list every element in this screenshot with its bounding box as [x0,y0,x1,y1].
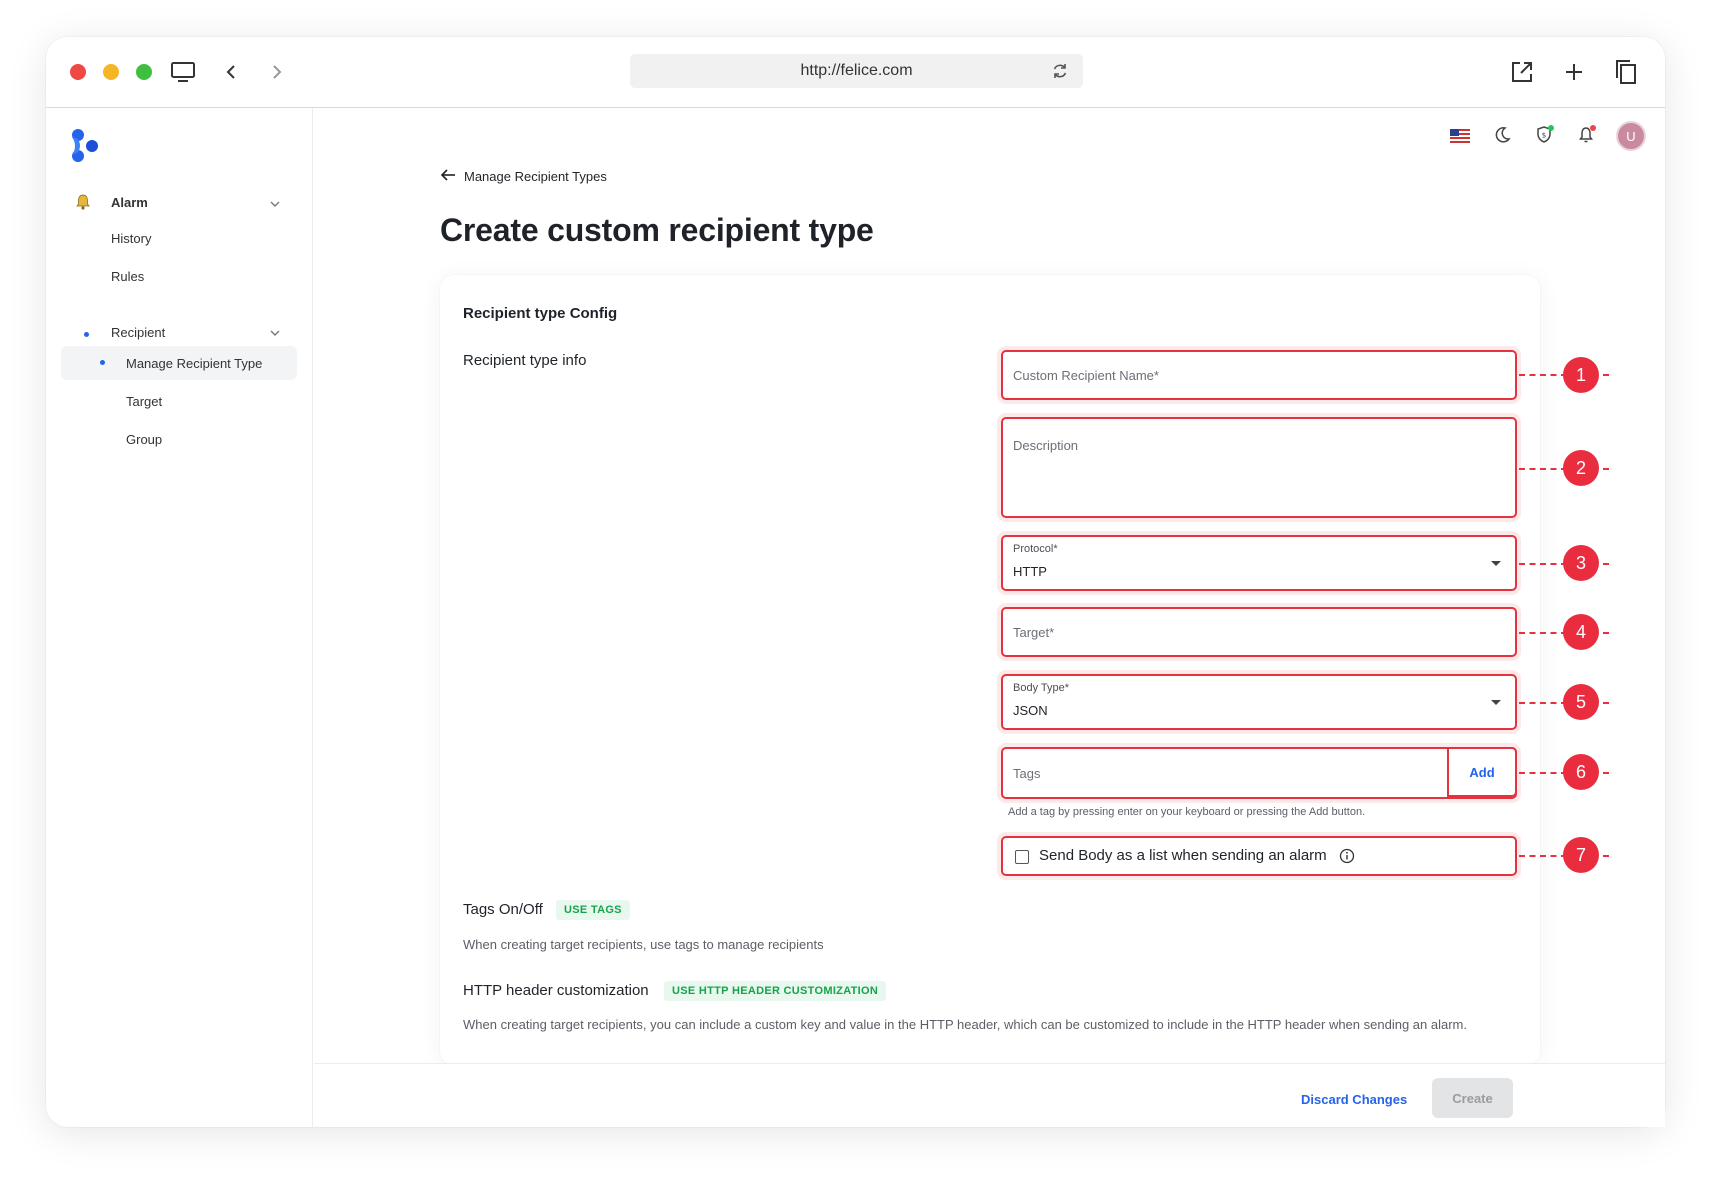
callout-1: 1 [1563,357,1599,393]
http-section-title: HTTP header customization [463,982,649,999]
tags-section-title: Tags On/Off [463,901,543,918]
chevron-down-icon[interactable] [269,197,281,209]
send-list-option: Send Body as a list when sending an alar… [1001,836,1517,876]
card-title: Recipient type Config [463,305,618,322]
sidebar-item-manage-recipient-type[interactable]: Manage Recipient Type [126,356,262,371]
monitor-icon[interactable] [168,57,198,87]
reload-icon[interactable] [1051,62,1069,80]
section-label: Recipient type info [463,352,587,369]
bell-icon [74,193,92,211]
back-link-label: Manage Recipient Types [464,169,607,184]
browser-toolbar: http://felice.com [46,37,1665,108]
callout-4: 4 [1563,614,1599,650]
sidebar-item-target[interactable]: Target [126,394,162,409]
sidebar-item-rules[interactable]: Rules [111,269,144,284]
tags-help-text: Add a tag by pressing enter on your keyb… [1008,806,1366,818]
send-list-checkbox[interactable] [1015,850,1029,864]
sidebar-item-recipient[interactable]: Recipient [111,325,165,340]
external-link-icon[interactable] [1507,57,1537,87]
chevron-down-icon [1491,561,1501,566]
sidebar-item-group[interactable]: Group [126,432,162,447]
shield-icon[interactable]: $ [1535,125,1555,150]
plus-icon[interactable] [1559,57,1589,87]
chevron-down-icon [1491,700,1501,705]
back-arrow-icon[interactable] [216,57,246,87]
tags-section-description: When creating target recipients, use tag… [463,937,824,952]
callout-3: 3 [1563,545,1599,581]
send-list-label[interactable]: Send Body as a list when sending an alar… [1039,847,1327,864]
info-icon[interactable] [1339,848,1355,864]
use-tags-badge: USE TAGS [556,900,630,920]
minimize-window-button[interactable] [103,64,119,80]
sidebar-item-history[interactable]: History [111,231,151,246]
close-window-button[interactable] [70,64,86,80]
notification-bell-icon[interactable] [1577,125,1597,150]
target-placeholder: Target* [1013,625,1055,640]
active-bullet [100,360,105,365]
tags-placeholder: Tags [1013,766,1041,781]
protocol-label: Protocol* [1013,543,1058,555]
protocol-value: HTTP [1013,564,1047,579]
use-http-header-badge: USE HTTP HEADER CUSTOMIZATION [664,981,887,1001]
body-type-label: Body Type* [1013,682,1070,694]
arrow-left-icon [440,168,456,185]
callout-6: 6 [1563,754,1599,790]
add-tag-button[interactable]: Add [1447,747,1517,797]
recipient-bullet [84,332,89,337]
protocol-select[interactable]: Protocol* HTTP [1001,535,1517,591]
avatar[interactable]: U [1616,121,1646,151]
sidebar: Alarm History Rules Recipient Manage Rec… [46,108,313,1127]
moon-icon[interactable] [1493,126,1511,149]
http-section-description: When creating target recipients, you can… [463,1017,1467,1032]
discard-changes-button[interactable]: Discard Changes [1301,1092,1407,1107]
copy-icon[interactable] [1611,57,1641,87]
app-logo [68,128,104,168]
page-title: Create custom recipient type [440,212,874,248]
callout-5: 5 [1563,684,1599,720]
tags-input[interactable]: Tags Add [1001,747,1517,799]
create-button[interactable]: Create [1432,1078,1513,1118]
body-type-select[interactable]: Body Type* JSON [1001,674,1517,730]
svg-text:$: $ [1542,132,1546,140]
back-link[interactable]: Manage Recipient Types [440,168,607,185]
forward-arrow-icon[interactable] [262,57,292,87]
custom-recipient-name-field[interactable]: Custom Recipient Name* [1001,350,1517,400]
description-placeholder: Description [1013,438,1079,453]
chevron-down-icon[interactable] [269,326,281,338]
url-text: http://felice.com [800,62,913,79]
sidebar-item-alarm[interactable]: Alarm [111,195,148,210]
maximize-window-button[interactable] [136,64,152,80]
body-type-value: JSON [1013,703,1048,718]
address-bar[interactable]: http://felice.com [630,54,1083,88]
callout-2: 2 [1563,450,1599,486]
description-field[interactable]: Description [1001,417,1517,518]
name-placeholder: Custom Recipient Name* [1013,368,1159,383]
us-flag-icon[interactable] [1450,129,1470,148]
target-field[interactable]: Target* [1001,607,1517,657]
callout-7: 7 [1563,837,1599,873]
